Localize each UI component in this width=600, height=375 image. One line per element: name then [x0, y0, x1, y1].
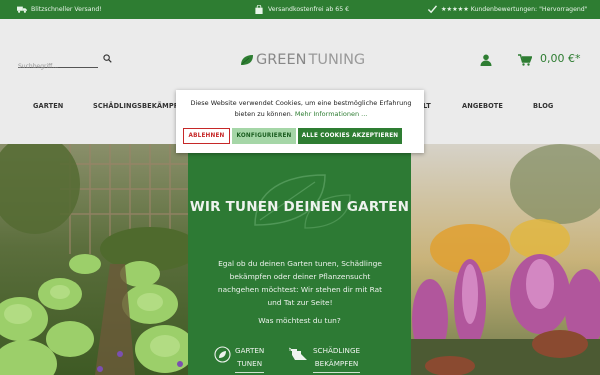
- top-bar: Blitzschneller Versand! Versandkostenfre…: [0, 0, 600, 19]
- nav-item-partial[interactable]: LT: [423, 102, 431, 110]
- free-shipping-info: Versandkostenfrei ab 65 €: [254, 0, 349, 19]
- leaf-circle-icon: [214, 346, 231, 363]
- shipping-info: Blitzschneller Versand!: [17, 0, 102, 19]
- search-box: [18, 53, 98, 72]
- spray-bottle-icon: [289, 347, 307, 360]
- cookie-configure-button[interactable]: KONFIGURIEREN: [232, 128, 296, 144]
- search-icon[interactable]: [103, 54, 112, 63]
- category-garten-line1: GARTEN: [235, 346, 265, 355]
- nav-item-blog[interactable]: BLOG: [533, 102, 553, 110]
- cookie-more-info-link[interactable]: Mehr Informationen ...: [295, 110, 367, 118]
- cookie-text: Diese Website verwendet Cookies, um eine…: [184, 98, 418, 120]
- category-schaedlinge-line1: SCHÄDLINGE: [313, 346, 361, 355]
- category-garten-tunen[interactable]: GARTEN TUNEN: [214, 344, 265, 375]
- free-shipping-text: Versandkostenfrei ab 65 €: [268, 6, 350, 13]
- hero-question: Was möchtest du tun?: [258, 316, 341, 325]
- cookie-consent-dialog: Diese Website verwendet Cookies, um eine…: [176, 90, 424, 153]
- nav-item-schaedlingsbekaempfung[interactable]: SCHÄDLINGSBEKÄMPF: [93, 102, 178, 110]
- nav-item-angebote[interactable]: ANGEBOTE: [462, 102, 503, 110]
- logo-text-tuning: TUNING: [308, 52, 366, 68]
- category-garten-label: GARTEN TUNEN: [235, 344, 265, 373]
- reviews-info: ★★★★★ Kundenbewertungen: "Hervorragend": [427, 0, 588, 19]
- category-garten-line2: TUNEN: [237, 359, 263, 368]
- logo[interactable]: GREEN TUNING: [240, 50, 365, 70]
- hero-lead: Egal ob du deinen Garten tunen, Schädlin…: [217, 259, 383, 307]
- cart-icon[interactable]: [518, 54, 532, 66]
- hero-banner: WIR TUNEN DEINEN GARTEN Egal ob du deine…: [0, 144, 600, 375]
- hero-title: WIR TUNEN DEINEN GARTEN: [189, 199, 410, 215]
- category-schaedlinge-label: SCHÄDLINGE BEKÄMPFEN: [313, 344, 361, 373]
- user-account-icon[interactable]: [480, 54, 492, 66]
- category-schaedlinge-bekaempfen[interactable]: SCHÄDLINGE BEKÄMPFEN: [289, 344, 361, 375]
- category-schaedlinge-line2: BEKÄMPFEN: [314, 359, 359, 368]
- cart-total[interactable]: 0,00 €*: [540, 52, 581, 65]
- shopping-bag-icon: [255, 5, 263, 14]
- truck-icon: [17, 6, 27, 13]
- reviews-text: ★★★★★ Kundenbewertungen: "Hervorragend": [441, 6, 588, 13]
- hero-panel: WIR TUNEN DEINEN GARTEN Egal ob du deine…: [188, 144, 411, 375]
- cookie-accept-all-button[interactable]: ALLE COOKIES AKZEPTIEREN: [298, 128, 402, 144]
- leaf-logo-icon: [241, 55, 253, 65]
- search-input[interactable]: [18, 61, 94, 72]
- shipping-text: Blitzschneller Versand!: [31, 6, 102, 13]
- cookie-decline-button[interactable]: ABLEHNEN: [183, 128, 230, 144]
- checkmark-icon: [427, 5, 437, 14]
- logo-text-green: GREEN: [256, 52, 307, 68]
- nav-item-garten[interactable]: GARTEN: [33, 102, 63, 110]
